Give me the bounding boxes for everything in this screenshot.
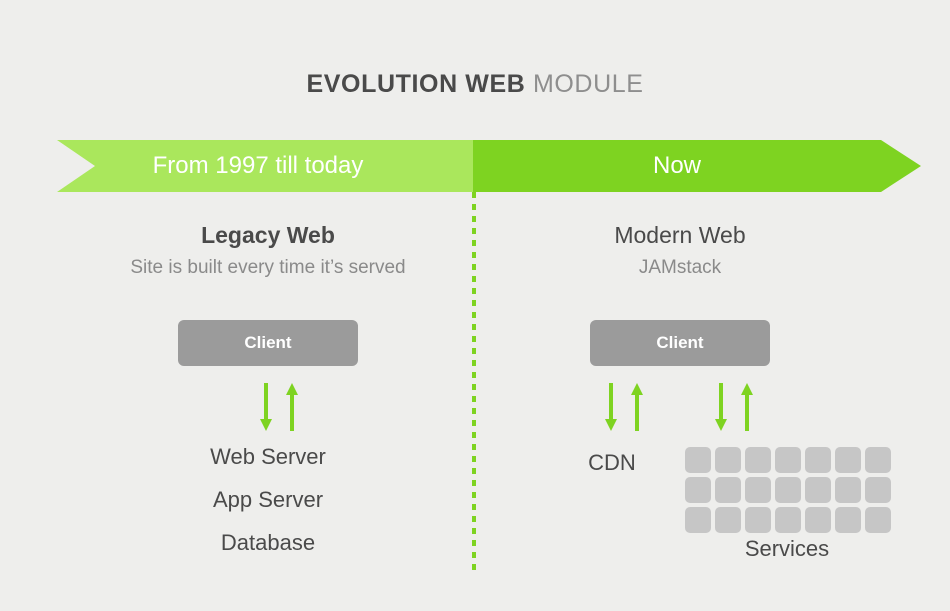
service-cell [805, 477, 831, 503]
service-cell [805, 447, 831, 473]
timeline-banner: From 1997 till today Now [57, 140, 921, 192]
legacy-stack-item-web-server: Web Server [210, 444, 326, 469]
modern-client-label: Client [656, 333, 704, 352]
service-cell [775, 447, 801, 473]
service-cell [685, 507, 711, 533]
legacy-heading: Legacy Web [201, 222, 335, 248]
arrow-down-icon [260, 383, 272, 431]
cdn-arrow-pair [605, 383, 643, 431]
legacy-stack-item-database: Database [220, 530, 316, 555]
service-cell [715, 507, 741, 533]
service-cell [745, 477, 771, 503]
page-title-strong: EVOLUTION WEB [306, 70, 526, 98]
banner-label-past: From 1997 till today [152, 152, 364, 179]
legacy-subheading: Site is built every time it’s served [130, 257, 406, 278]
service-cell [715, 477, 741, 503]
service-cell [865, 477, 891, 503]
service-cell [805, 507, 831, 533]
modern-web-column: Modern Web JAMstack Client CDN Services [480, 222, 891, 561]
service-cell [685, 477, 711, 503]
banner-segment-past: From 1997 till today [57, 140, 473, 192]
page-title: EVOLUTION WEB MODULE [0, 70, 950, 99]
service-cell [715, 447, 741, 473]
service-cell [775, 507, 801, 533]
services-grid [685, 447, 891, 533]
page-title-light: MODULE [532, 70, 644, 98]
cdn-label: CDN [588, 450, 636, 475]
service-cell [745, 447, 771, 473]
services-arrow-pair [715, 383, 753, 431]
banner-segment-now: Now [473, 140, 921, 192]
service-cell [865, 507, 891, 533]
service-cell [775, 477, 801, 503]
legacy-arrow-pair [260, 383, 298, 431]
arrow-down-icon [715, 383, 727, 431]
services-label: Services [744, 536, 830, 561]
arrow-up-icon [286, 383, 298, 431]
service-cell [745, 507, 771, 533]
service-cell [865, 447, 891, 473]
legacy-stack-item-app-server: App Server [212, 487, 324, 512]
service-cell [835, 447, 861, 473]
banner-label-now: Now [652, 152, 701, 179]
legacy-web-column: Legacy Web Site is built every time it’s… [18, 222, 518, 555]
modern-subheading: JAMstack [638, 257, 722, 278]
arrow-up-icon [741, 383, 753, 431]
modern-client-box: Client [590, 320, 770, 366]
arrow-down-icon [605, 383, 617, 431]
service-cell [835, 507, 861, 533]
service-cell [685, 447, 711, 473]
modern-heading: Modern Web [614, 222, 746, 248]
arrow-up-icon [631, 383, 643, 431]
legacy-client-box: Client [178, 320, 358, 366]
service-cell [835, 477, 861, 503]
legacy-client-label: Client [244, 333, 292, 352]
